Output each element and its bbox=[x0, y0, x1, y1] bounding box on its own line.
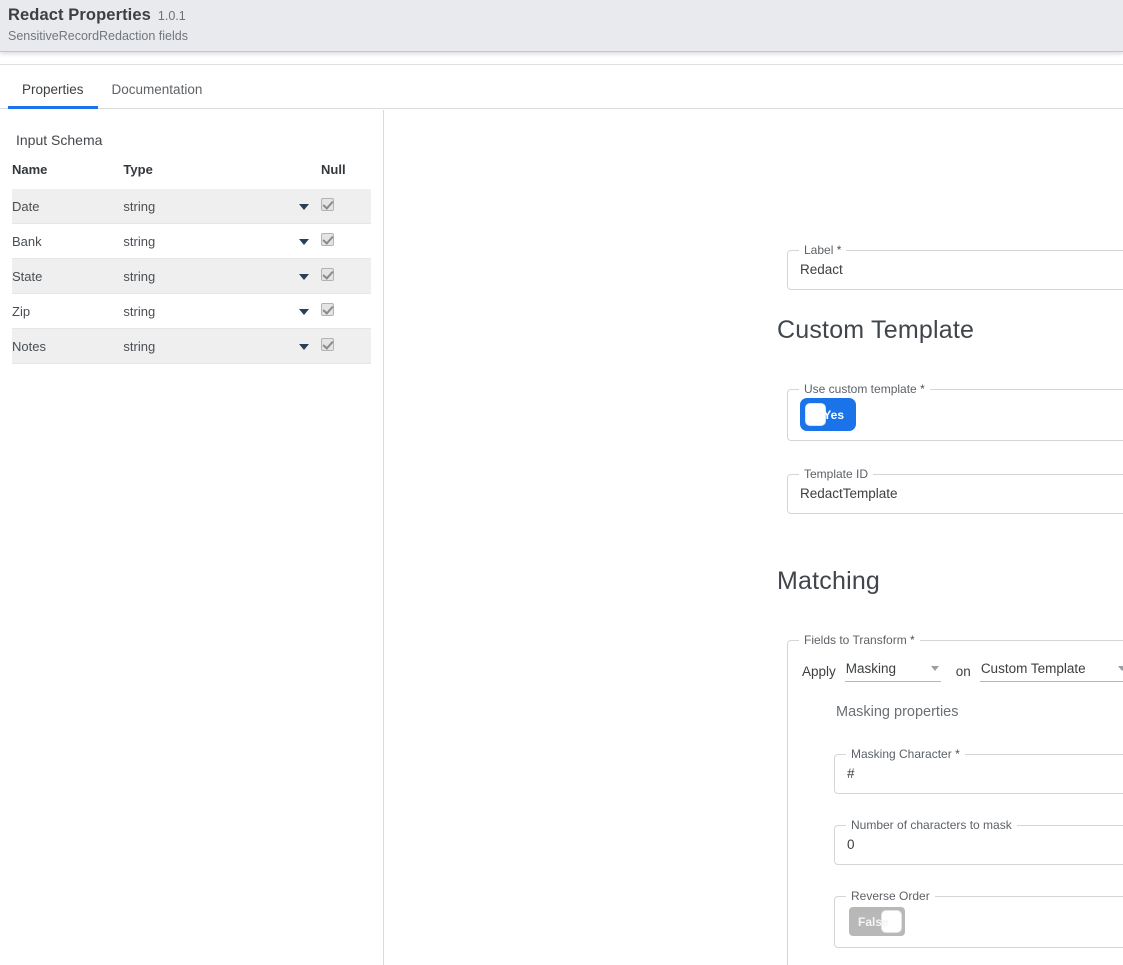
column-header-name: Name bbox=[12, 162, 123, 189]
null-checkbox-cell[interactable] bbox=[321, 259, 371, 294]
schema-field-name: State bbox=[12, 259, 123, 294]
column-header-type: Type bbox=[123, 162, 321, 189]
masking-character-field[interactable]: Masking Character * # bbox=[834, 754, 1123, 794]
input-schema-panel: Input Schema Name Type Null Date string … bbox=[0, 110, 384, 965]
on-select[interactable]: Custom Template bbox=[980, 661, 1123, 682]
schema-field-type: string bbox=[123, 224, 287, 259]
schema-field-type: string bbox=[123, 329, 287, 364]
table-row[interactable]: State string bbox=[12, 259, 371, 294]
chevron-down-icon bbox=[299, 309, 309, 315]
header-title-row: Redact Properties 1.0.1 bbox=[8, 6, 1123, 25]
tab-properties[interactable]: Properties bbox=[8, 82, 98, 108]
table-header-row: Name Type Null bbox=[12, 162, 371, 189]
use-custom-template-legend: Use custom template * bbox=[799, 382, 930, 396]
header-subtitle: SensitiveRecordRedaction fields bbox=[8, 29, 1123, 43]
reverse-order-toggle[interactable]: False bbox=[849, 907, 905, 936]
on-label: on bbox=[956, 664, 971, 679]
chevron-down-icon bbox=[299, 239, 309, 245]
null-checkbox[interactable] bbox=[321, 268, 334, 281]
schema-field-type: string bbox=[123, 259, 287, 294]
chevron-down-icon bbox=[299, 204, 309, 210]
reverse-order-legend: Reverse Order bbox=[846, 889, 935, 903]
table-row[interactable]: Notes string bbox=[12, 329, 371, 364]
null-checkbox[interactable] bbox=[321, 303, 334, 316]
schema-field-name: Bank bbox=[12, 224, 123, 259]
table-row[interactable]: Zip string bbox=[12, 294, 371, 329]
apply-select[interactable]: Masking bbox=[845, 661, 941, 682]
use-custom-template-field[interactable]: Use custom template * Yes ? bbox=[787, 389, 1123, 441]
apply-label: Apply bbox=[802, 664, 836, 679]
label-field[interactable]: Label * Redact bbox=[787, 250, 1123, 290]
chevron-down-icon bbox=[299, 274, 309, 280]
fields-to-transform-legend: Fields to Transform * bbox=[799, 633, 920, 647]
null-checkbox-cell[interactable] bbox=[321, 224, 371, 259]
plugin-version: 1.0.1 bbox=[158, 9, 186, 23]
on-select-value: Custom Template bbox=[981, 661, 1086, 676]
properties-form-panel: Label * Redact Custom Template Use custo… bbox=[385, 110, 1123, 965]
masking-character-legend: Masking Character * bbox=[846, 747, 965, 761]
use-custom-template-toggle[interactable]: Yes bbox=[802, 400, 854, 429]
column-header-null: Null bbox=[321, 162, 371, 189]
schema-field-type: string bbox=[123, 189, 287, 224]
null-checkbox-cell[interactable] bbox=[321, 294, 371, 329]
toggle-focus-ring: Yes bbox=[802, 400, 854, 429]
section-heading-custom-template: Custom Template bbox=[777, 316, 974, 345]
masking-properties-title: Masking properties bbox=[836, 704, 959, 720]
schema-field-type: string bbox=[123, 294, 287, 329]
type-dropdown[interactable] bbox=[287, 224, 321, 259]
null-checkbox-cell[interactable] bbox=[321, 189, 371, 224]
input-schema-title: Input Schema bbox=[16, 132, 371, 148]
reverse-order-field[interactable]: Reverse Order False ? bbox=[834, 896, 1123, 948]
apply-select-value: Masking bbox=[846, 661, 896, 676]
chevron-down-icon bbox=[931, 666, 939, 671]
fields-to-transform-box: Fields to Transform * Apply Masking on C… bbox=[787, 640, 1123, 965]
toggle-label: False bbox=[858, 915, 889, 929]
null-checkbox[interactable] bbox=[321, 338, 334, 351]
null-checkbox[interactable] bbox=[321, 233, 334, 246]
toggle-label: Yes bbox=[823, 408, 844, 422]
template-id-field[interactable]: Template ID RedactTemplate ? bbox=[787, 474, 1123, 514]
tab-documentation[interactable]: Documentation bbox=[98, 82, 217, 108]
tab-properties-label: Properties bbox=[22, 82, 84, 97]
page-title: Redact Properties bbox=[8, 6, 151, 25]
template-id-legend: Template ID bbox=[799, 467, 873, 481]
tab-documentation-label: Documentation bbox=[112, 82, 203, 97]
chevron-down-icon bbox=[1118, 666, 1123, 671]
input-schema-table: Name Type Null Date string Bank string S… bbox=[12, 162, 371, 364]
schema-field-name: Zip bbox=[12, 294, 123, 329]
transform-rule-row: Apply Masking on Custom Template within … bbox=[802, 659, 1123, 683]
table-row[interactable]: Date string bbox=[12, 189, 371, 224]
table-row[interactable]: Bank string bbox=[12, 224, 371, 259]
number-of-characters-legend: Number of characters to mask bbox=[846, 818, 1017, 832]
type-dropdown[interactable] bbox=[287, 259, 321, 294]
type-dropdown[interactable] bbox=[287, 189, 321, 224]
section-heading-matching: Matching bbox=[777, 567, 880, 596]
type-dropdown[interactable] bbox=[287, 294, 321, 329]
label-field-legend: Label * bbox=[799, 243, 846, 257]
null-checkbox[interactable] bbox=[321, 198, 334, 211]
app-header: Redact Properties 1.0.1 SensitiveRecordR… bbox=[0, 0, 1123, 52]
schema-field-name: Notes bbox=[12, 329, 123, 364]
tab-bar: Properties Documentation bbox=[0, 64, 1123, 109]
schema-field-name: Date bbox=[12, 189, 123, 224]
chevron-down-icon bbox=[299, 344, 309, 350]
type-dropdown[interactable] bbox=[287, 329, 321, 364]
number-of-characters-field[interactable]: Number of characters to mask 0 ? bbox=[834, 825, 1123, 865]
null-checkbox-cell[interactable] bbox=[321, 329, 371, 364]
